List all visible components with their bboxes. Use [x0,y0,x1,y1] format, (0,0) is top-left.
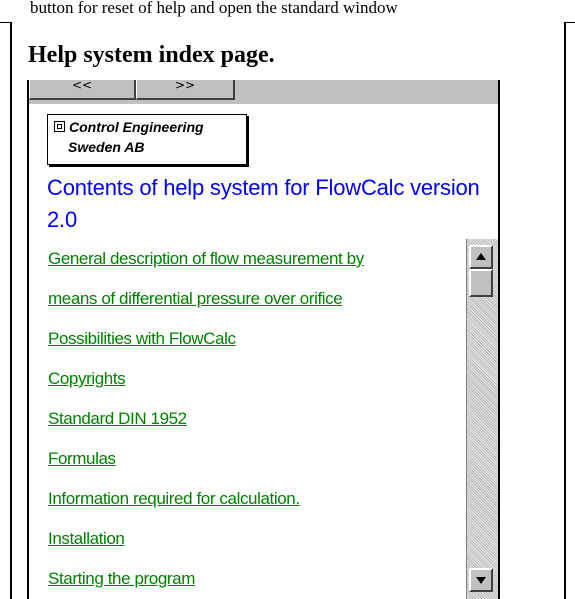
top-line-text: button for reset of help and open the st… [30,0,398,17]
help-contents-title: Contents of help system for FlowCalc ver… [47,175,480,232]
topic-link[interactable]: Information required for calculation. [48,479,468,519]
scroll-down-arrow-icon[interactable] [469,568,493,592]
scroll-up-arrow-icon[interactable] [469,245,493,269]
help-nav-toolbar: << >> [29,80,498,105]
figure-caption: Help system index page. [28,42,275,68]
back-button[interactable]: << [29,80,136,100]
logo-line2: Sweden AB [68,139,145,155]
topic-links: General description of flow measurement … [48,239,468,599]
help-window: << >> Control Engineering Sweden AB Cont… [27,80,500,599]
vertical-scrollbar[interactable] [466,239,498,599]
topic-link[interactable]: Possibilities with FlowCalc [48,319,468,359]
topic-link[interactable]: Copyrights [48,359,468,399]
topic-link[interactable]: means of differential pressure over orif… [48,279,468,319]
help-contents-list: General description of flow measurement … [29,239,498,599]
forward-button[interactable]: >> [136,80,235,100]
company-logo: Control Engineering Sweden AB [47,114,247,165]
company-logo-mark-icon [54,121,65,132]
logo-line1: Control Engineering [69,119,204,135]
topic-link[interactable]: Standard DIN 1952 [48,399,468,439]
scrollbar-thumb[interactable] [469,269,493,297]
help-header: Control Engineering Sweden AB Contents o… [29,104,498,241]
topic-link[interactable]: Installation [48,519,468,559]
topic-link[interactable]: General description of flow measurement … [48,239,468,279]
topic-link[interactable]: Formulas [48,439,468,479]
topic-link[interactable]: Starting the program [48,559,468,599]
top-text-line: button for reset of help and open the st… [0,0,575,23]
